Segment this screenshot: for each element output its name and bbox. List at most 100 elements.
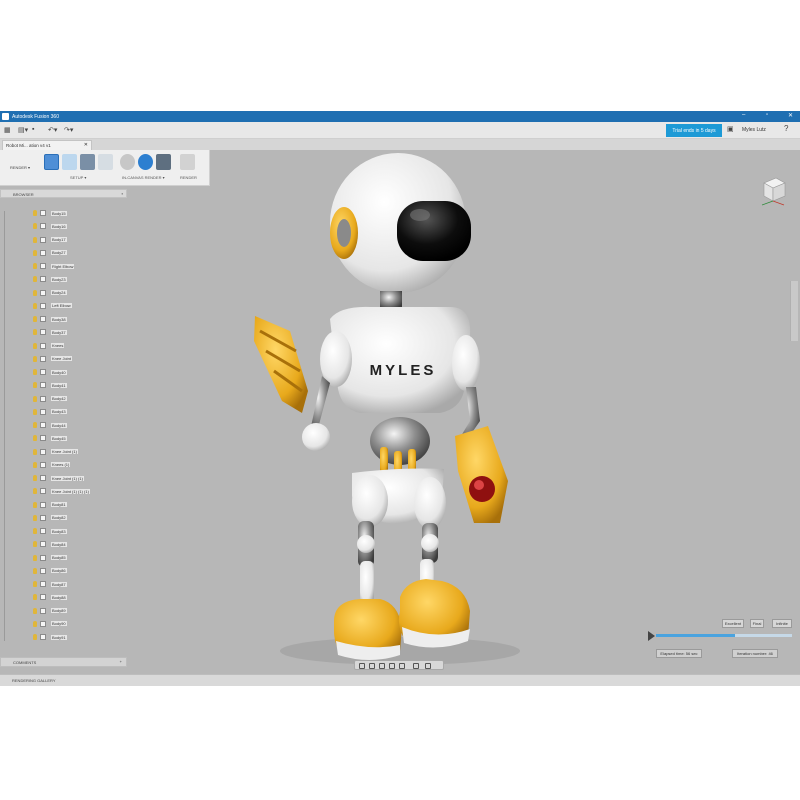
tree-item[interactable]: Knee Joint	[33, 353, 72, 365]
in-canvas-settings-button[interactable]	[138, 154, 153, 170]
tree-item[interactable]: Body89	[33, 605, 67, 617]
quality-excellent-button[interactable]: Excellent	[722, 619, 744, 628]
tree-item[interactable]: Left Elbow	[33, 300, 72, 312]
visibility-bulb-icon[interactable]	[33, 567, 37, 574]
visibility-bulb-icon[interactable]	[33, 276, 37, 283]
data-panel-icon[interactable]: ▦	[4, 126, 11, 134]
visibility-bulb-icon[interactable]	[33, 316, 37, 322]
tree-item[interactable]: Body17	[33, 234, 67, 246]
add-comment-icon[interactable]: +	[120, 659, 122, 664]
view-cube[interactable]	[758, 171, 788, 207]
tree-item[interactable]: Body42	[33, 393, 67, 405]
in-canvas-render-group-label[interactable]: IN-CANVAS RENDER ▾	[122, 175, 165, 180]
render-button[interactable]	[180, 154, 195, 170]
scene-settings-button[interactable]	[44, 154, 59, 170]
in-canvas-render-button[interactable]	[120, 154, 135, 170]
appearance-button[interactable]	[62, 154, 77, 170]
tree-item[interactable]: Right Elbow	[33, 260, 75, 272]
workspace-switcher[interactable]: RENDER ▾	[10, 165, 30, 170]
visibility-bulb-icon[interactable]	[33, 475, 37, 481]
tree-item[interactable]: Body15	[33, 207, 67, 219]
redo-icon[interactable]: ↷▾	[64, 126, 73, 134]
visibility-bulb-icon[interactable]	[33, 607, 37, 614]
tab-close-icon[interactable]: ✕	[84, 142, 88, 148]
tree-item[interactable]: Knee Joint (1) (1) (1)	[33, 485, 90, 497]
capture-image-button[interactable]	[156, 154, 171, 170]
tree-item[interactable]: Body38	[33, 313, 67, 325]
tree-item[interactable]: Body16	[33, 220, 67, 232]
trial-banner[interactable]: Trial ends in 5 days	[666, 124, 722, 137]
visibility-bulb-icon[interactable]	[33, 382, 37, 389]
pan-icon[interactable]	[379, 663, 385, 669]
comments-panel[interactable]: COMMENTS +	[0, 657, 127, 667]
decal-button[interactable]	[80, 154, 95, 170]
tree-item[interactable]: Body24	[33, 287, 67, 299]
tree-item[interactable]: Body41	[33, 379, 67, 391]
visibility-bulb-icon[interactable]	[33, 302, 37, 309]
tree-item[interactable]: Knees	[33, 340, 65, 352]
look-at-icon[interactable]	[369, 663, 375, 669]
tree-item[interactable]: Knees (1)	[33, 459, 71, 471]
visibility-bulb-icon[interactable]	[33, 369, 37, 375]
visibility-bulb-icon[interactable]	[33, 634, 37, 640]
tree-item[interactable]: Body91	[33, 631, 67, 643]
visibility-bulb-icon[interactable]	[33, 581, 37, 587]
tree-item[interactable]: Body44	[33, 419, 67, 431]
tree-item[interactable]: Body82	[33, 512, 67, 524]
visibility-bulb-icon[interactable]	[33, 488, 37, 495]
visibility-bulb-icon[interactable]	[33, 594, 37, 601]
visibility-bulb-icon[interactable]	[33, 541, 37, 548]
visibility-bulb-icon[interactable]	[33, 263, 37, 269]
zoom-icon[interactable]	[389, 663, 395, 669]
job-status-icon[interactable]: ▣	[727, 125, 734, 133]
file-menu-icon[interactable]: ▤▾	[18, 126, 28, 134]
visibility-bulb-icon[interactable]	[33, 289, 37, 296]
visibility-bulb-icon[interactable]	[33, 249, 37, 256]
render-settings-collapse-handle[interactable]	[790, 281, 798, 341]
close-icon[interactable]: ✕	[788, 112, 793, 119]
render-group-label[interactable]: RENDER	[180, 175, 197, 180]
visibility-bulb-icon[interactable]	[33, 329, 37, 336]
save-icon[interactable]: ▪	[32, 126, 34, 133]
tree-item[interactable]: Body43	[33, 406, 67, 418]
document-tab[interactable]: Robot Mi... ation v4 v1 ✕	[2, 140, 92, 150]
tree-item[interactable]: Body23	[33, 273, 67, 285]
tree-item[interactable]: Body90	[33, 618, 67, 630]
minimize-icon[interactable]: –	[742, 112, 745, 118]
visibility-bulb-icon[interactable]	[33, 355, 37, 362]
tree-item[interactable]: Knee Joint (1)	[33, 446, 78, 458]
tree-item[interactable]: Body84	[33, 538, 67, 550]
play-icon[interactable]	[648, 631, 655, 641]
tree-item[interactable]: Body85	[33, 552, 67, 564]
quality-infinite-button[interactable]: Infinite	[772, 619, 792, 628]
user-menu[interactable]: Myles Lutz	[742, 127, 766, 133]
visibility-bulb-icon[interactable]	[33, 528, 37, 534]
browser-header[interactable]: BROWSER ▪	[0, 189, 127, 198]
undo-icon[interactable]: ↶▾	[48, 126, 57, 134]
tree-item[interactable]: Body40	[33, 366, 67, 378]
tree-item[interactable]: Body37	[33, 326, 67, 338]
visibility-bulb-icon[interactable]	[33, 514, 37, 521]
tree-item[interactable]: Body83	[33, 525, 67, 537]
visibility-bulb-icon[interactable]	[33, 448, 37, 455]
visibility-bulb-icon[interactable]	[33, 223, 37, 230]
texture-map-button[interactable]	[98, 154, 113, 170]
visibility-bulb-icon[interactable]	[33, 422, 37, 428]
visibility-bulb-icon[interactable]	[33, 395, 37, 402]
quality-final-button[interactable]: Final	[750, 619, 764, 628]
grid-settings-icon[interactable]	[425, 663, 431, 669]
setup-group-label[interactable]: SETUP ▾	[70, 175, 86, 180]
tree-item[interactable]: Body86	[33, 565, 67, 577]
tree-item[interactable]: Knee Joint (1) (1)	[33, 472, 84, 484]
visibility-bulb-icon[interactable]	[33, 461, 37, 468]
tree-item[interactable]: Body45	[33, 432, 67, 444]
tree-item[interactable]: Body88	[33, 591, 67, 603]
visibility-bulb-icon[interactable]	[33, 210, 37, 216]
tree-item[interactable]: Body87	[33, 578, 67, 590]
tree-item[interactable]: Body27	[33, 247, 67, 259]
visibility-bulb-icon[interactable]	[33, 342, 37, 349]
tree-item[interactable]: Body81	[33, 499, 67, 511]
visibility-bulb-icon[interactable]	[33, 408, 37, 415]
help-icon[interactable]: ?	[784, 124, 788, 133]
visibility-bulb-icon[interactable]	[33, 620, 37, 627]
